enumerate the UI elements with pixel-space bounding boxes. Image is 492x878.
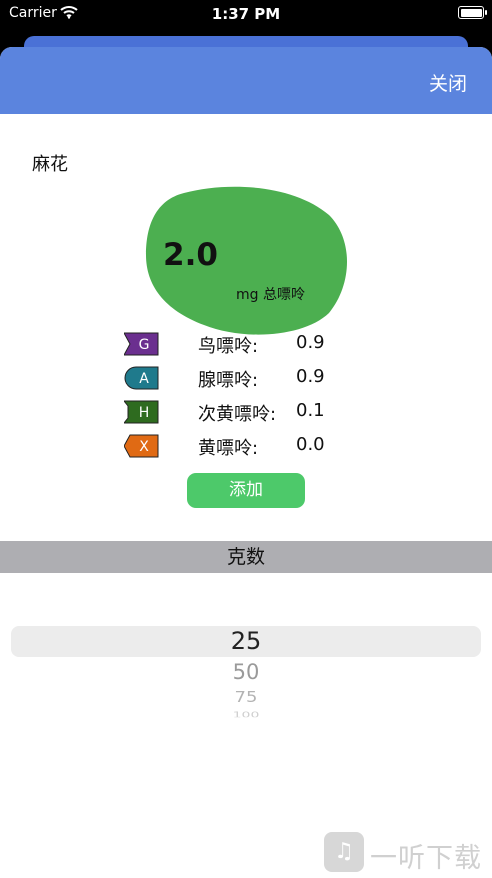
purine-label: 黄嘌呤: [198, 438, 259, 459]
picker-option[interactable]: 100 [0, 711, 492, 718]
purine-row-guanine: G 鸟嘌呤: 0.9 [124, 331, 364, 359]
purine-row-xanthine: X 黄嘌呤: 0.0 [124, 433, 364, 461]
svg-text:A: A [139, 371, 149, 387]
purine-row-adenine: A 腺嘌呤: 0.9 [124, 365, 364, 393]
purine-label: 次黄嘌呤: [198, 404, 277, 425]
grams-header: 克数 [0, 541, 492, 573]
picker-option[interactable]: 75 [0, 689, 492, 707]
picker-option[interactable]: 50 [0, 660, 492, 684]
food-name: 麻花 [32, 154, 68, 175]
battery-icon [458, 6, 487, 19]
purine-value: 0.1 [296, 400, 325, 421]
watermark-text: 一听下载 [370, 843, 482, 874]
purine-label: 腺嘌呤: [198, 370, 259, 391]
guanine-tag-icon: G [124, 332, 159, 356]
grams-picker[interactable]: 25 50 75 100 [0, 607, 492, 767]
total-purine-unit: mg 总嘌呤 [236, 287, 305, 303]
hypoxanthine-tag-icon: H [124, 400, 159, 424]
purine-value: 0.0 [296, 434, 325, 455]
modal-sheet: 关闭 麻花 2.0 mg 总嘌呤 G 鸟嘌呤: 0.9 A 腺嘌呤: 0.9 H… [0, 47, 492, 878]
watermark-logo-icon: ♫ [324, 832, 364, 872]
status-time: 1:37 PM [211, 5, 281, 23]
watermark: ♫ 一听下载 [322, 826, 492, 878]
adenine-tag-icon: A [124, 366, 159, 390]
picker-option[interactable]: 25 [0, 627, 492, 655]
svg-text:H: H [139, 405, 150, 421]
close-button[interactable]: 关闭 [429, 69, 467, 96]
status-bar: Carrier 1:37 PM [0, 0, 492, 28]
nav-bar: 关闭 [0, 47, 492, 114]
purine-value: 0.9 [296, 332, 325, 353]
purine-label: 鸟嘌呤: [198, 336, 259, 357]
purine-row-hypoxanthine: H 次黄嘌呤: 0.1 [124, 399, 364, 427]
xanthine-tag-icon: X [124, 434, 159, 458]
total-purine-value: 2.0 [163, 237, 218, 273]
svg-text:X: X [139, 439, 149, 455]
add-button[interactable]: 添加 [187, 473, 305, 508]
purine-value: 0.9 [296, 366, 325, 387]
svg-text:G: G [139, 337, 150, 353]
